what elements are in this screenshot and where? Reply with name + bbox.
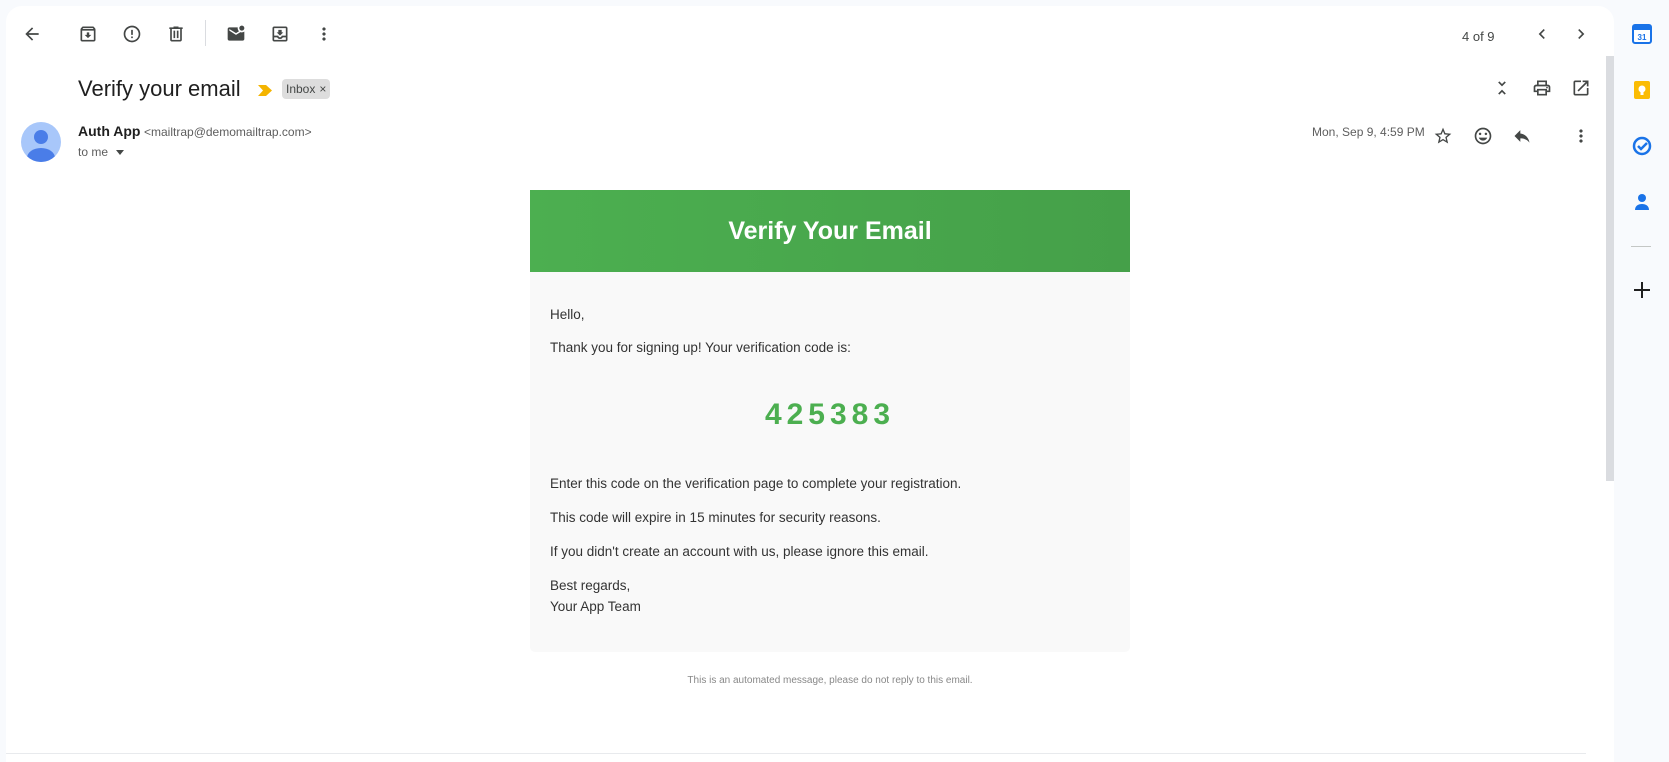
move-to-inbox-icon bbox=[272, 26, 288, 42]
message-subject: Verify your email bbox=[78, 76, 241, 101]
report-spam-button[interactable] bbox=[112, 14, 152, 54]
importance-marker-icon[interactable] bbox=[258, 85, 272, 96]
back-arrow-icon bbox=[25, 27, 39, 41]
message-view: 4 of 9 Verify your email Inbox × Auth Ap… bbox=[6, 6, 1614, 762]
add-reaction-button[interactable] bbox=[1463, 116, 1503, 156]
chevron-right-icon bbox=[1578, 29, 1585, 39]
back-button[interactable] bbox=[12, 14, 52, 54]
message-divider bbox=[6, 753, 1586, 754]
intro-text: Thank you for signing up! Your verificat… bbox=[550, 340, 851, 355]
automated-footer: This is an automated message, please do … bbox=[687, 675, 973, 686]
more-vert-icon bbox=[1579, 129, 1583, 143]
archive-button[interactable] bbox=[68, 14, 108, 54]
recipients-text: to me bbox=[78, 145, 109, 159]
email-header: Verify Your Email bbox=[530, 190, 1130, 272]
newer-button[interactable] bbox=[1522, 14, 1562, 54]
tasks-app-button[interactable] bbox=[1626, 130, 1658, 162]
move-to-button[interactable] bbox=[260, 14, 300, 54]
star-button[interactable] bbox=[1423, 116, 1463, 156]
star-icon bbox=[1434, 127, 1452, 144]
calendar-day: 31 bbox=[1638, 33, 1647, 42]
instruction-text: Enter this code on the verification page… bbox=[550, 476, 962, 491]
archive-icon bbox=[80, 26, 96, 42]
open-in-new-icon bbox=[1573, 80, 1589, 96]
caret-down-icon bbox=[116, 149, 125, 155]
recipients-toggle[interactable]: to me bbox=[78, 145, 125, 159]
message-date: Mon, Sep 9, 4:59 PM bbox=[1312, 125, 1425, 139]
side-panel-divider bbox=[1631, 246, 1651, 247]
trash-icon bbox=[169, 26, 183, 42]
open-new-window-button[interactable] bbox=[1561, 68, 1601, 108]
sign-off: Best regards, bbox=[550, 578, 631, 593]
side-panel: 31 bbox=[1614, 0, 1669, 762]
scrollbar-thumb[interactable] bbox=[1606, 56, 1614, 481]
mark-unread-icon bbox=[227, 25, 245, 41]
more-options-button[interactable] bbox=[304, 14, 344, 54]
label-text: Inbox bbox=[286, 82, 316, 96]
unfold-less-icon bbox=[1498, 81, 1506, 95]
remove-label-icon[interactable]: × bbox=[319, 82, 326, 96]
sender-email: <mailtrap@demomailtrap.com> bbox=[144, 125, 312, 139]
calendar-icon: 31 bbox=[1632, 24, 1652, 44]
scrollbar[interactable] bbox=[1604, 56, 1614, 762]
contacts-icon bbox=[1635, 194, 1649, 210]
reply-icon bbox=[1514, 130, 1530, 143]
greeting: Hello, bbox=[550, 307, 585, 322]
tasks-icon bbox=[1632, 136, 1652, 156]
plus-icon bbox=[1634, 282, 1650, 298]
verification-code: 425383 bbox=[764, 398, 896, 431]
contacts-app-button[interactable] bbox=[1626, 186, 1658, 218]
message-more-button[interactable] bbox=[1561, 116, 1601, 156]
email-content: Verify Your Email Hello, Thank you for s… bbox=[530, 190, 1130, 652]
get-addons-button[interactable] bbox=[1626, 274, 1658, 306]
keep-icon bbox=[1634, 81, 1650, 99]
sender-name[interactable]: Auth App bbox=[78, 123, 140, 139]
print-button[interactable] bbox=[1522, 68, 1562, 108]
email-header-title: Verify Your Email bbox=[728, 216, 932, 245]
reply-button[interactable] bbox=[1502, 116, 1542, 156]
older-button[interactable] bbox=[1561, 14, 1601, 54]
email-body: Hello, Thank you for signing up! Your ve… bbox=[530, 272, 1130, 652]
delete-button[interactable] bbox=[156, 14, 196, 54]
inbox-label-chip[interactable]: Inbox × bbox=[282, 79, 331, 99]
chevron-left-icon bbox=[1538, 29, 1545, 39]
report-spam-icon bbox=[123, 25, 141, 43]
toolbar-divider bbox=[205, 20, 206, 46]
expand-all-button[interactable] bbox=[1482, 68, 1522, 108]
signature: Your App Team bbox=[550, 599, 641, 614]
page-count: 4 of 9 bbox=[1462, 29, 1495, 44]
avatar[interactable] bbox=[21, 122, 61, 162]
person-icon bbox=[27, 130, 55, 162]
more-vert-icon bbox=[322, 27, 326, 41]
keep-app-button[interactable] bbox=[1626, 74, 1658, 106]
mark-unread-button[interactable] bbox=[216, 14, 256, 54]
print-icon bbox=[1533, 80, 1551, 96]
calendar-app-button[interactable]: 31 bbox=[1626, 18, 1658, 50]
ignore-text: If you didn't create an account with us,… bbox=[550, 544, 929, 559]
emoji-icon bbox=[1474, 127, 1492, 145]
expiry-text: This code will expire in 15 minutes for … bbox=[550, 510, 881, 525]
